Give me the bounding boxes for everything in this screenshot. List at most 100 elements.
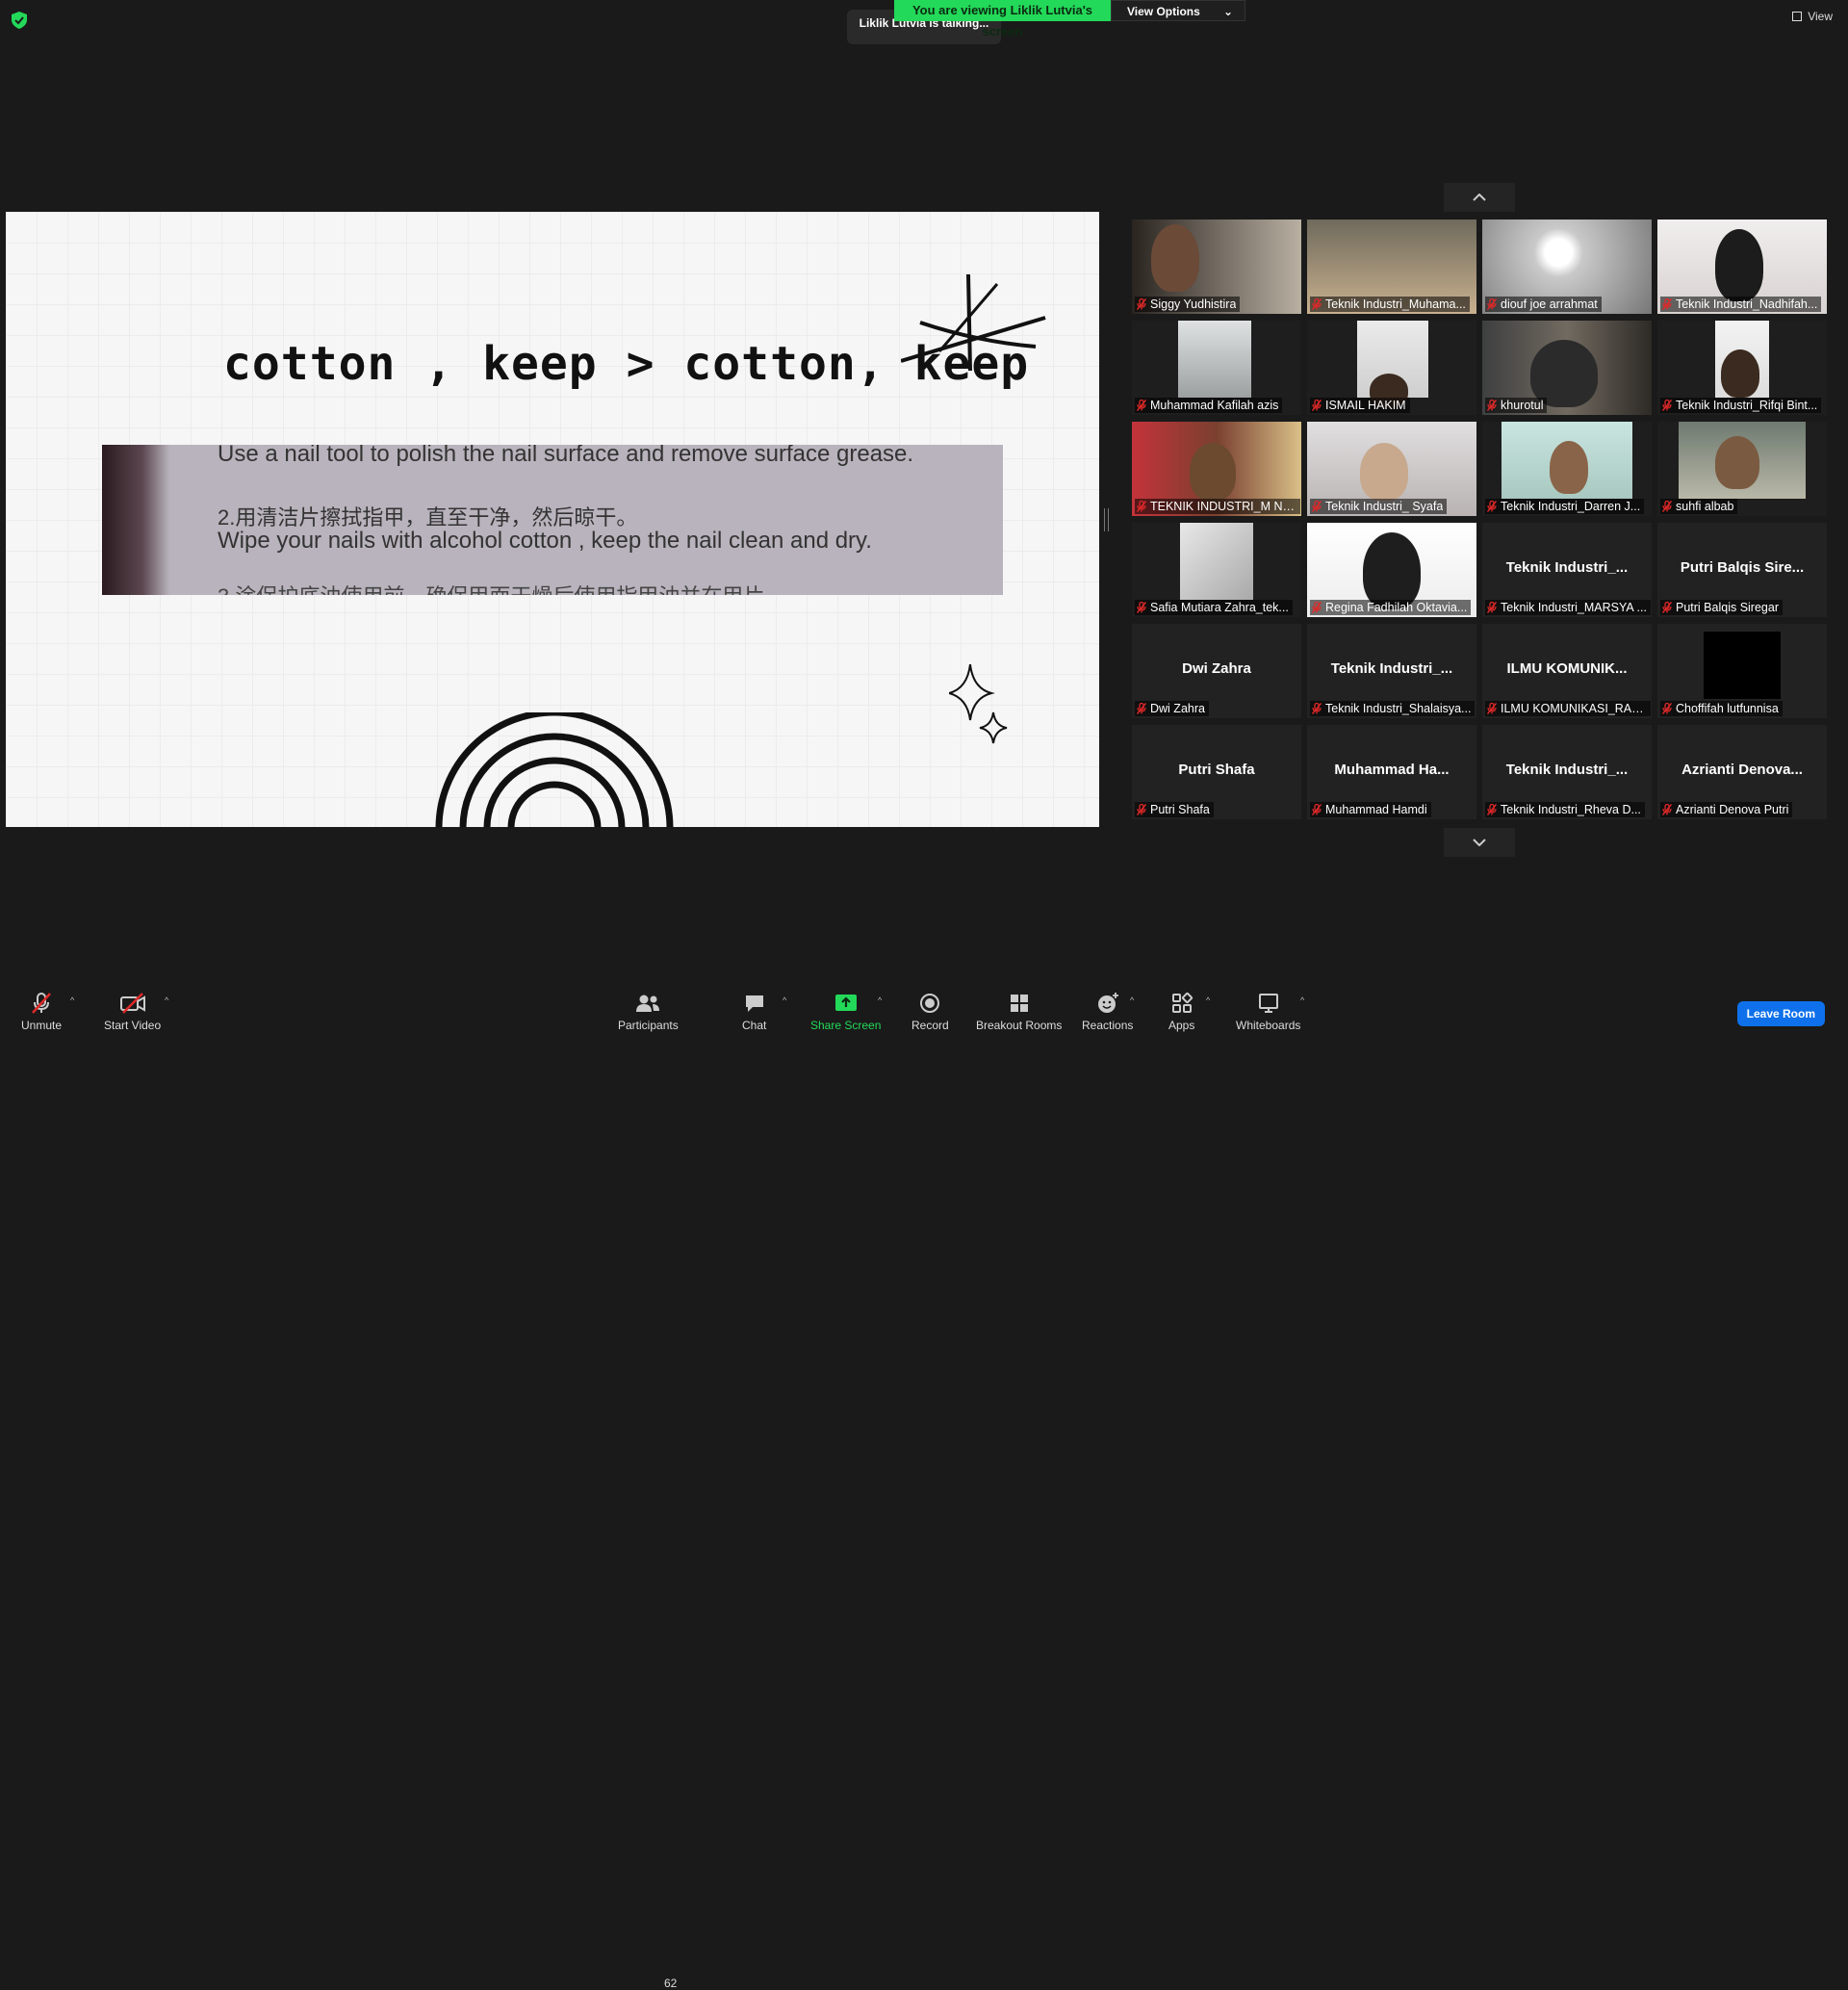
participant-tile[interactable]: Safia Mutiara Zahra_tek... [1132,523,1301,617]
participant-name: ISMAIL HAKIM [1325,399,1406,412]
participant-video [1178,321,1251,398]
participant-tile[interactable]: khurotul [1482,321,1652,415]
share-screen-icon [834,995,857,1011]
start-video-label: Start Video [104,1019,162,1032]
participant-name-tag: Dwi Zahra [1135,701,1209,716]
grid-view-icon [1792,12,1803,21]
mic-muted-icon [1487,804,1497,815]
share-options-caret[interactable]: ^ [878,995,882,1005]
mic-muted-icon [1662,400,1672,411]
participant-tile[interactable]: Dwi Zahra Dwi Zahra [1132,624,1301,718]
participant-name-tag: Teknik Industri_Shalaisya... [1310,701,1476,716]
participants-count: 62 [664,1977,678,1990]
rainbow-decoration [435,712,674,827]
participant-tile[interactable]: Teknik Industri_... Teknik Industri_MARSY… [1482,523,1652,617]
apps-icon [1171,992,1193,1013]
participant-tile[interactable]: ILMU KOMUNIK... ILMU KOMUNIKASI_RAH... [1482,624,1652,718]
gallery-page-up-button[interactable] [1444,183,1515,212]
meeting-toolbar: Unmute ^ Start Video ^ Participants 62 C… [0,982,1848,1990]
breakout-rooms-button[interactable]: Breakout Rooms [976,992,1062,1032]
participant-tile[interactable]: Teknik Industri_ Syafa [1307,422,1476,516]
participant-tile[interactable]: Teknik Industri_Muhama... [1307,220,1476,314]
view-button[interactable]: View [1792,10,1833,23]
scribble-decoration [901,274,1046,372]
breakout-rooms-label: Breakout Rooms [976,1019,1063,1032]
mic-muted-icon [1137,703,1146,714]
mic-muted-icon [1312,703,1322,714]
participant-tile[interactable]: Teknik Industri_... Teknik Industri_Shala… [1307,624,1476,718]
participant-tile[interactable]: diouf joe arrahmat [1482,220,1652,314]
mic-muted-icon [1662,602,1672,613]
participant-tile[interactable]: Muhammad Ha... Muhammad Hamdi [1307,725,1476,819]
apps-options-caret[interactable]: ^ [1206,995,1210,1005]
participant-tile[interactable]: ISMAIL HAKIM [1307,321,1476,415]
participant-tile[interactable]: Putri Shafa Putri Shafa [1132,725,1301,819]
participant-figure [1715,436,1759,489]
video-options-caret[interactable]: ^ [165,995,168,1005]
mic-muted-icon [1487,703,1497,714]
participant-video [1704,632,1781,699]
mic-muted-icon [1487,298,1497,310]
unmute-button[interactable]: Unmute [21,992,62,1032]
participant-tile[interactable]: Putri Balqis Sire... Putri Balqis Siregar [1657,523,1827,617]
chevron-up-icon [1473,194,1486,201]
participant-name: Regina Fadhilah Oktavia... [1325,601,1468,614]
participant-figure [1715,229,1763,301]
participant-tile[interactable]: Siggy Yudhistira [1132,220,1301,314]
participant-name-tag: Teknik Industri_Nadhifah... [1660,297,1822,312]
security-shield-icon[interactable] [12,12,27,29]
audio-options-caret[interactable]: ^ [70,995,74,1005]
participant-tile[interactable]: suhfi albab [1657,422,1827,516]
reactions-button[interactable]: Reactions [1082,992,1133,1032]
record-button[interactable]: Record [911,992,949,1032]
smile-plus-icon [1097,993,1118,1013]
mic-muted-icon [1137,298,1146,310]
chevron-down-icon [1473,839,1486,846]
participant-tile[interactable]: Teknik Industri_... Teknik Industri_Rheva… [1482,725,1652,819]
participant-tile[interactable]: TEKNIK INDUSTRI_M NA... [1132,422,1301,516]
reactions-options-caret[interactable]: ^ [1130,995,1134,1005]
participants-label: Participants [618,1019,679,1032]
view-options-button[interactable]: View Options ⌄ [1111,0,1245,21]
participant-tile[interactable]: Choffifah lutfunnisa [1657,624,1827,718]
photo-edge [102,445,169,595]
participant-display-name: Dwi Zahra [1182,660,1251,677]
view-options-label: View Options [1127,5,1200,18]
chat-options-caret[interactable]: ^ [783,995,786,1005]
participant-name: Teknik Industri_Darren J... [1501,500,1641,513]
mic-muted-icon [1312,804,1322,815]
chat-button[interactable]: Chat [742,992,766,1032]
share-screen-button[interactable]: Share Screen [810,992,881,1032]
participant-name-tag: Teknik Industri_Rifqi Bint... [1660,398,1822,413]
participant-name-tag: Azrianti Denova Putri [1660,802,1793,817]
participant-tile[interactable]: Regina Fadhilah Oktavia... [1307,523,1476,617]
apps-button[interactable]: Apps [1168,992,1194,1032]
participant-name: Dwi Zahra [1150,702,1205,715]
mic-muted-icon [1312,501,1322,512]
participants-button[interactable]: Participants [618,992,679,1032]
reactions-label: Reactions [1082,1019,1134,1032]
participant-tile[interactable]: Muhammad Kafilah azis [1132,321,1301,415]
mic-muted-icon [32,993,51,1014]
chat-label: Chat [742,1019,767,1032]
gallery-page-down-button[interactable] [1444,828,1515,857]
unmute-label: Unmute [21,1019,63,1032]
participant-name: Putri Balqis Siregar [1676,601,1779,614]
participant-tile[interactable]: Azrianti Denova... Azrianti Denova Putri [1657,725,1827,819]
whiteboards-button[interactable]: Whiteboards [1236,992,1300,1032]
participant-tile[interactable]: Teknik Industri_Rifqi Bint... [1657,321,1827,415]
mic-muted-icon [1137,602,1146,613]
participant-display-name: Muhammad Ha... [1334,762,1450,778]
leave-room-button[interactable]: Leave Room [1736,1001,1825,1026]
whiteboards-options-caret[interactable]: ^ [1300,995,1304,1005]
participant-name: Muhammad Hamdi [1325,803,1427,816]
mic-muted-icon [1137,804,1146,815]
participant-tile[interactable]: Teknik Industri_Nadhifah... [1657,220,1827,314]
participant-tile[interactable]: Teknik Industri_Darren J... [1482,422,1652,516]
video-off-icon [119,993,145,1014]
participant-name: Teknik Industri_Nadhifah... [1676,297,1818,311]
start-video-button[interactable]: Start Video [104,992,161,1032]
participant-display-name: Teknik Industri_... [1505,559,1629,576]
participant-display-name: Teknik Industri_... [1505,762,1629,778]
resize-handle[interactable] [1104,508,1109,531]
